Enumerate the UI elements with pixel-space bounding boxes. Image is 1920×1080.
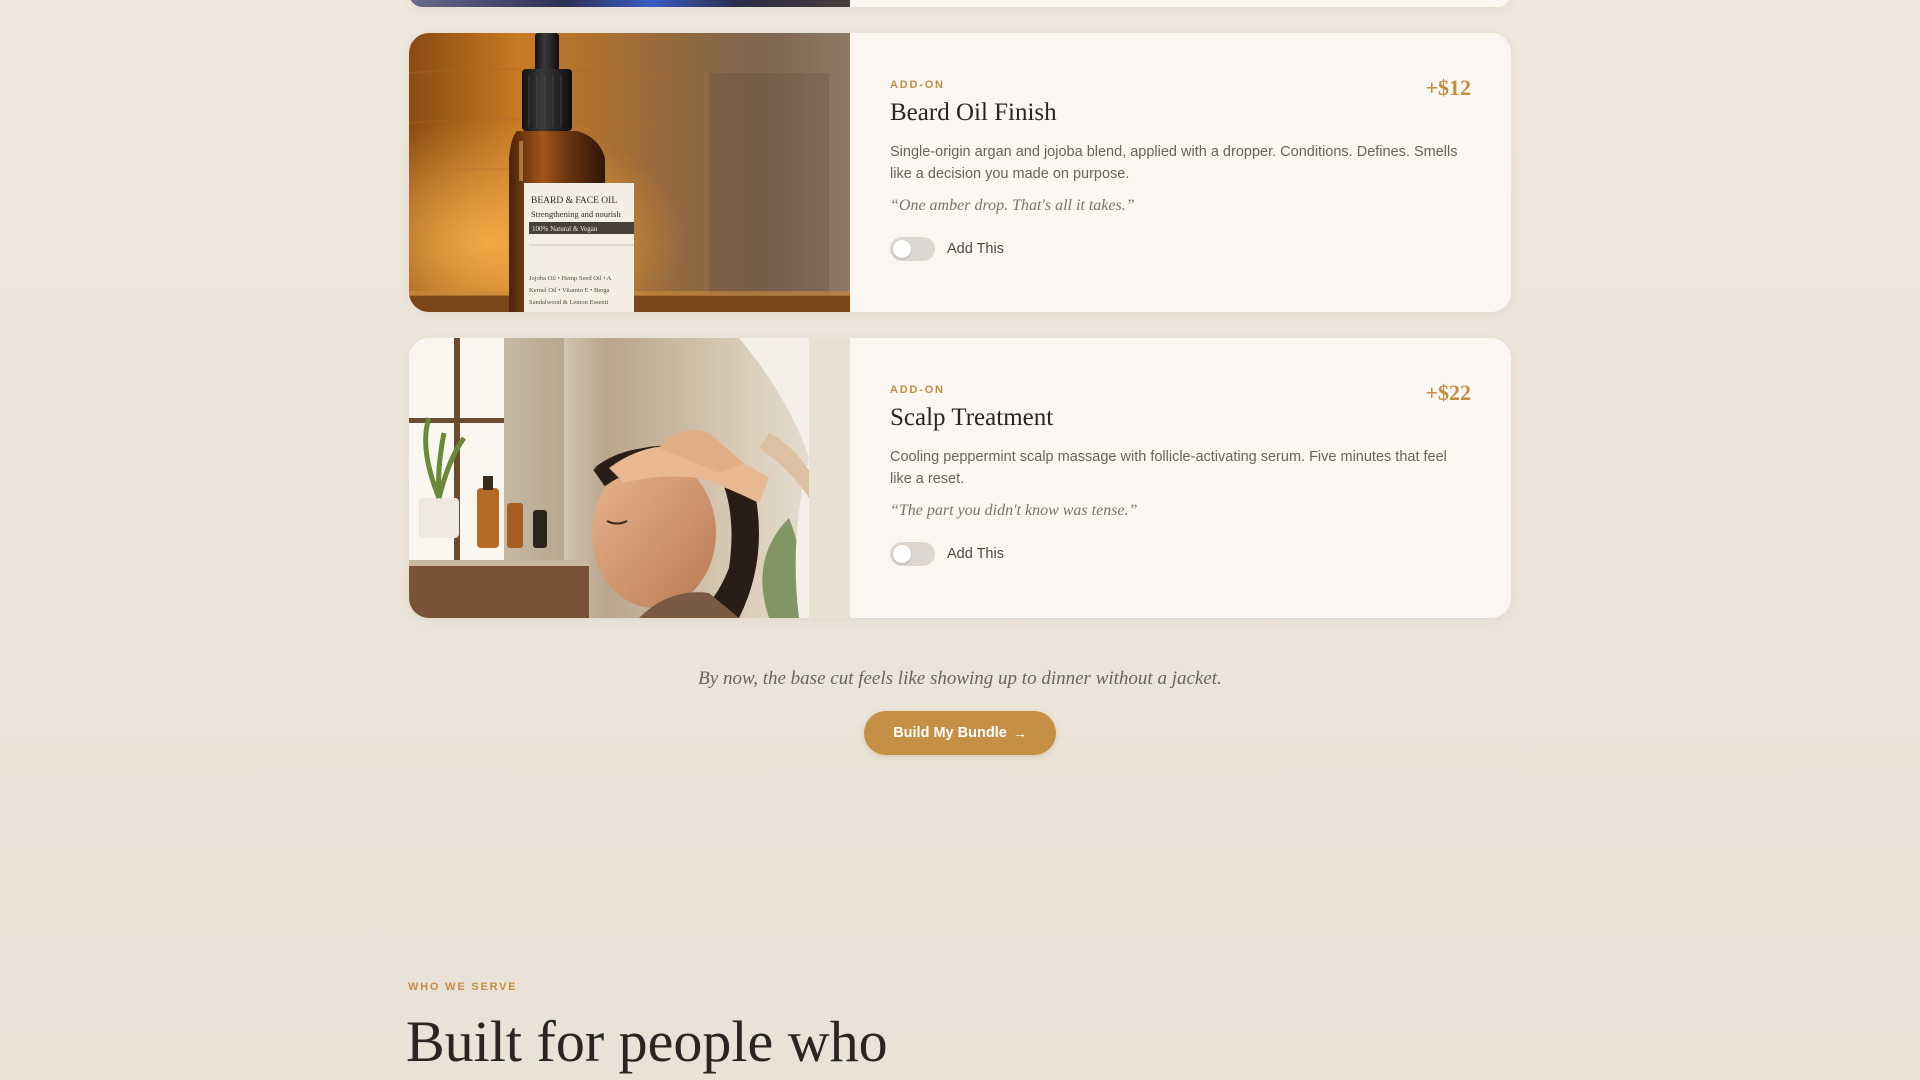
section-heading: Built for people who — [406, 1009, 888, 1074]
addon-eyebrow: ADD-ON — [890, 79, 945, 91]
addon-quote: “The part you didn't know was tense.” — [890, 502, 1138, 519]
beard-oil-photo: BEARD & FACE OIL Strengthening and nouri… — [409, 33, 850, 312]
addon-quote: “One amber drop. That's all it takes.” — [890, 197, 1135, 214]
section-eyebrow: WHO WE SERVE — [408, 981, 518, 993]
addon-title: Scalp Treatment — [890, 404, 1054, 431]
add-this-label[interactable]: Add This — [947, 546, 1004, 562]
add-toggle-row: Add This — [890, 542, 1471, 566]
bottle-label-ing2: Kernel Oil • Vitamin E • Berga — [529, 287, 610, 294]
arrow-right-icon: → — [1012, 725, 1027, 741]
card-body-beard-oil: ADD-ON +$12 Beard Oil Finish Single-orig… — [850, 33, 1511, 312]
bottle-label-ing3: Sandalwood & Lemon Essenti — [529, 299, 608, 306]
bundle-tagline: By now, the base cut feels like showing … — [698, 668, 1222, 689]
toggle-knob — [893, 240, 911, 258]
bottle-label-line1: BEARD & FACE OIL — [531, 196, 617, 206]
bottle-label-badge: 100% Natural & Vegan — [532, 225, 598, 233]
addon-card-beard-oil: BEARD & FACE OIL Strengthening and nouri… — [409, 33, 1511, 312]
add-toggle-row: Add This — [890, 237, 1471, 261]
add-this-toggle[interactable] — [890, 542, 935, 566]
addon-price: +$12 — [1425, 75, 1471, 100]
build-bundle-button[interactable]: Build My Bundle → — [864, 711, 1056, 755]
addon-price: +$22 — [1425, 380, 1471, 405]
add-this-toggle[interactable] — [890, 237, 935, 261]
bottle-label-ing1: Jojoba Oil • Hemp Seed Oil • A — [529, 275, 612, 282]
scalp-treatment-photo — [409, 338, 850, 618]
card-body-scalp-treatment: ADD-ON +$22 Scalp Treatment Cooling pepp… — [850, 338, 1511, 618]
addon-card-scalp-treatment: ADD-ON +$22 Scalp Treatment Cooling pepp… — [409, 338, 1511, 618]
bottle-label-line2: Strengthening and nourish — [531, 209, 621, 219]
addon-card-previous — [409, 0, 1511, 7]
add-this-label[interactable]: Add This — [947, 241, 1004, 257]
addon-description: Cooling peppermint scalp massage with fo… — [890, 449, 1447, 487]
addon-title: Beard Oil Finish — [890, 99, 1057, 126]
card-image-previous — [409, 0, 850, 7]
toggle-knob — [893, 545, 911, 563]
addon-eyebrow: ADD-ON — [890, 384, 945, 396]
addon-description: Single-origin argan and jojoba blend, ap… — [890, 144, 1458, 182]
build-bundle-label: Build My Bundle — [893, 725, 1007, 741]
